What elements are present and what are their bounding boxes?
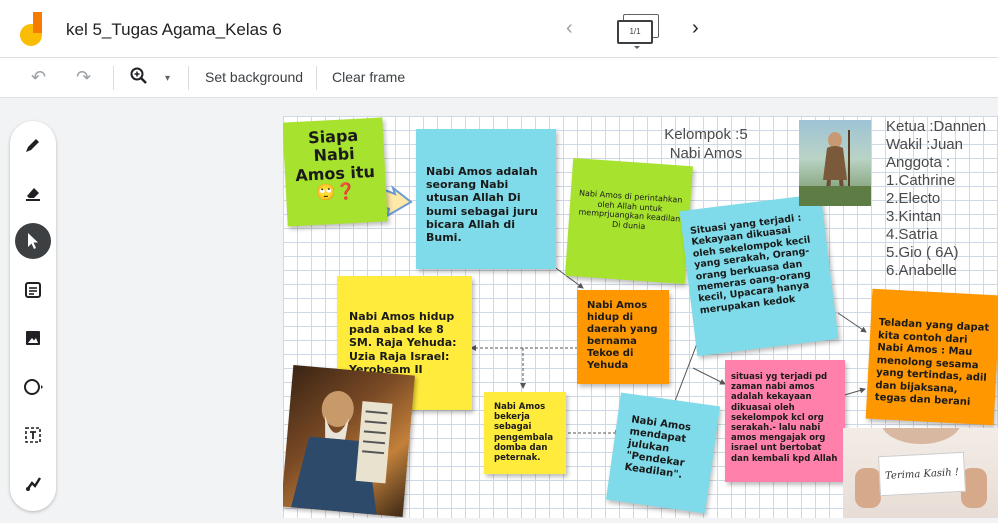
toolbar-divider — [316, 66, 317, 90]
sticky-note-tool-icon[interactable] — [15, 272, 51, 308]
thanks-sign: Terima Kasih ! — [878, 451, 966, 497]
frame-count: 1/1 — [617, 20, 653, 44]
caret-down-icon — [634, 46, 640, 49]
select-tool-icon[interactable] — [15, 223, 51, 259]
top-bar: kel 5_Tugas Agama_Kelas 6 ‹ 1/1 › — [0, 0, 998, 58]
image-nabi-illustration[interactable] — [799, 120, 871, 206]
undo-icon[interactable]: ↶ — [31, 67, 46, 88]
sticky-note-text: Teladan yang dapat kita contoh dari Nabi… — [874, 317, 990, 409]
frame-indicator-button[interactable]: 1/1 — [617, 14, 659, 49]
sticky-note-text: Siapa Nabi Amos itu 🙄❓ — [294, 125, 376, 203]
sticky-note-text: Nabi Amos adalah seorang Nabi utusan All… — [426, 165, 538, 244]
set-background-button[interactable]: Set background — [205, 69, 303, 85]
image-tool-icon[interactable] — [15, 320, 51, 356]
sticky-note-diperintahkan[interactable]: Nabi Amos di perintahkan oleh Allah untu… — [565, 157, 693, 285]
sticky-note-teladan[interactable]: Teladan yang dapat kita contoh dari Nabi… — [865, 288, 998, 426]
sticky-note-text: Nabi Amos di perintahkan oleh Allah untu… — [578, 188, 683, 231]
image-thank-you-hands[interactable]: Terima Kasih ! — [843, 428, 998, 518]
sticky-note-text: Nabi Amos hidup di daerah yang bernama T… — [587, 300, 658, 371]
sticky-note-siapa[interactable]: Siapa Nabi Amos itu 🙄❓ — [283, 117, 388, 227]
sticky-note-julukan[interactable]: Nabi Amos mendapat julukan "Pendekar Kea… — [605, 392, 721, 514]
next-frame-button[interactable]: › — [692, 17, 699, 40]
sticky-note-hidup-daerah[interactable]: Nabi Amos hidup di daerah yang bernama T… — [577, 290, 669, 384]
pen-tool-icon[interactable] — [15, 127, 51, 163]
laser-tool-icon[interactable] — [15, 466, 51, 502]
text-box-kelompok[interactable]: Kelompok :5 Nabi Amos — [651, 126, 761, 164]
prophet-with-scroll-icon — [291, 390, 393, 515]
text-box-anggota[interactable]: Ketua :Dannen Wakil :Juan Anggota : 1.Ca… — [886, 118, 998, 280]
sticky-note-text: Nabi Amos bekerja sebagai pengembala dom… — [494, 402, 554, 463]
sticky-note-nabi-amos-adalah[interactable]: Nabi Amos adalah seorang Nabi utusan All… — [416, 129, 556, 269]
sticky-note-bekerja[interactable]: Nabi Amos bekerja sebagai pengembala dom… — [484, 392, 566, 474]
prophet-figure-icon — [799, 130, 871, 206]
redo-icon[interactable]: ↷ — [76, 67, 91, 88]
document-title[interactable]: kel 5_Tugas Agama_Kelas 6 — [66, 20, 282, 40]
zoom-icon[interactable] — [130, 67, 148, 90]
eraser-tool-icon[interactable] — [15, 175, 51, 211]
toolbar-divider — [188, 66, 189, 90]
circle-shape-tool-icon[interactable] — [15, 369, 51, 405]
clear-frame-button[interactable]: Clear frame — [332, 69, 405, 85]
text-box-tool-icon[interactable] — [15, 417, 51, 453]
sticky-note-situasi-1[interactable]: Situasi yang terjadi : Kekayaan dikuasai… — [679, 193, 839, 357]
thanks-sign-text: Terima Kasih ! — [884, 466, 960, 482]
sticky-note-text: Nabi Amos mendapat julukan "Pendekar Kea… — [623, 414, 692, 481]
jamboard-logo-icon[interactable] — [20, 12, 46, 46]
jam-canvas[interactable]: Siapa Nabi Amos itu 🙄❓ Nabi Amos adalah … — [283, 116, 998, 518]
tool-sidebar — [10, 121, 56, 511]
previous-frame-button[interactable]: ‹ — [566, 17, 573, 40]
toolbar: ↶ ↷ ▾ Set background Clear frame — [0, 58, 998, 98]
sticky-note-text: Situasi yang terjadi : Kekayaan dikuasai… — [689, 212, 812, 317]
sticky-note-text: Nabi Amos hidup pada abad ke 8 SM. Raja … — [349, 310, 457, 376]
sticky-note-situasi-2[interactable]: situasi yg terjadi pd zaman nabi amos ad… — [725, 360, 845, 482]
zoom-dropdown-icon[interactable]: ▾ — [165, 73, 170, 84]
image-amos-scroll-painting[interactable] — [283, 364, 415, 518]
toolbar-divider — [113, 66, 114, 90]
sticky-note-text: situasi yg terjadi pd zaman nabi amos ad… — [731, 372, 838, 464]
